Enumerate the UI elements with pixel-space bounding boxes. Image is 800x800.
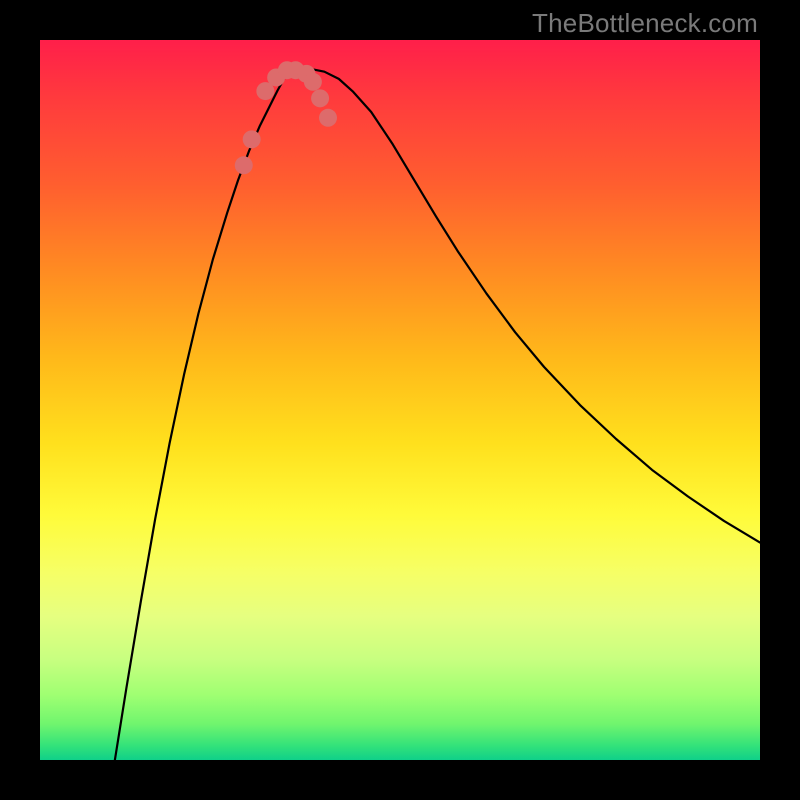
chart-svg <box>40 40 760 760</box>
watermark-text: TheBottleneck.com <box>532 8 758 39</box>
bottleneck-curve <box>115 69 760 760</box>
chart-frame: TheBottleneck.com <box>0 0 800 800</box>
data-point <box>311 89 329 107</box>
data-point <box>319 109 337 127</box>
plot-area <box>40 40 760 760</box>
data-point <box>243 130 261 148</box>
data-point <box>304 73 322 91</box>
pink-data-points <box>235 61 337 174</box>
data-point <box>235 156 253 174</box>
